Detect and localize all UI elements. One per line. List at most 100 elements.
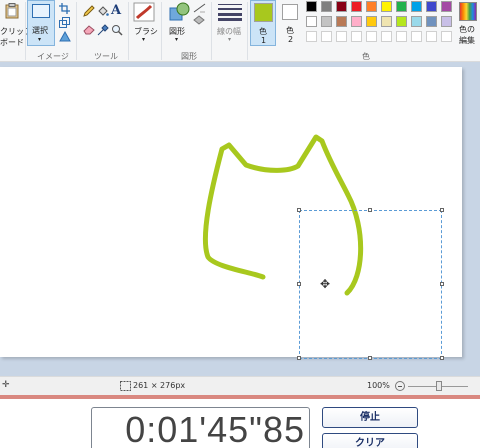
separator [161,2,162,60]
selection-handle[interactable] [440,208,444,212]
palette-swatch[interactable] [351,16,362,27]
clipboard-button[interactable]: クリップ ボード [0,0,32,48]
custom-color-slot[interactable] [366,31,377,42]
pencil-icon[interactable] [83,5,95,17]
colors-group-label: 色 [362,52,370,61]
selection-handle[interactable] [440,356,444,360]
palette-swatch[interactable] [306,1,317,12]
timer-value: 0:01'45"85 [125,409,305,448]
custom-color-slot[interactable] [381,31,392,42]
custom-color-slot[interactable] [351,31,362,42]
color1-swatch [254,3,273,22]
chevron-down-icon: ▾ [142,36,146,43]
custom-color-slot[interactable] [306,31,317,42]
edit-colors-icon [459,2,477,21]
cursor-position-icon: ✛ [2,380,10,390]
palette-swatch[interactable] [306,16,317,27]
separator [247,2,248,60]
stop-button[interactable]: 停止 [322,407,418,428]
resize-icon[interactable] [59,17,70,28]
select-rectangle-icon [32,4,50,18]
color2-label-line2: 2 [288,35,294,44]
palette-swatch[interactable] [396,1,407,12]
edit-colors-label-line1: 色の [459,25,475,34]
eraser-icon[interactable] [83,24,95,35]
drawing-canvas[interactable]: ✥ [0,67,462,360]
palette-swatch[interactable] [441,1,452,12]
shapes-button[interactable]: 図形 ▾ [165,0,191,48]
clear-button[interactable]: クリア [322,433,418,448]
separator [76,2,77,60]
text-tool-icon[interactable]: A [111,3,121,18]
color2-button[interactable]: 色 2 [279,0,303,46]
custom-color-slot[interactable] [426,31,437,42]
outline-icon[interactable] [193,3,206,13]
palette-swatch[interactable] [411,16,422,27]
custom-color-slot[interactable] [336,31,347,42]
crop-icon[interactable] [59,3,70,14]
selection-handle[interactable] [297,208,301,212]
line-width-button[interactable]: 線の幅 ▾ [216,0,246,48]
chevron-down-icon: ▾ [175,36,179,43]
fill-bucket-icon[interactable] [97,5,109,17]
edit-colors-label-line2: 編集 [459,36,475,45]
palette-swatch[interactable] [411,1,422,12]
rotate-icon[interactable] [59,31,72,42]
clipboard-icon [5,3,19,19]
shapes-group-label: 図形 [181,52,197,61]
shapes-icon [169,2,190,21]
color1-button[interactable]: 色 1 [250,0,276,46]
select-label: 選択 [32,26,48,35]
selection-size-text: 261 × 276px [133,381,186,390]
fill-icon[interactable] [193,15,206,25]
custom-color-slot[interactable] [441,31,452,42]
color-palette [306,0,458,48]
separator [128,2,129,60]
line-width-icon [218,4,242,21]
select-button[interactable]: 選択 ▾ [27,0,55,46]
palette-swatch[interactable] [321,16,332,27]
selection-handle[interactable] [368,208,372,212]
timer-display: 0:01'45"85 [91,407,310,448]
chevron-down-icon: ▾ [228,36,232,43]
clipboard-label-line2: ボード [0,38,24,47]
color-picker-icon[interactable] [97,24,109,36]
selection-handle[interactable] [297,282,301,286]
palette-swatch[interactable] [351,1,362,12]
palette-swatch[interactable] [441,16,452,27]
chevron-down-icon: ▾ [38,36,42,43]
palette-swatch[interactable] [426,16,437,27]
brush-label: ブラシ [134,27,158,36]
tools-group-label: ツール [94,52,118,61]
selection-handle[interactable] [297,356,301,360]
zoom-out-icon[interactable] [395,381,405,391]
timer-panel: 0:01'45"85 停止 クリア [0,399,480,448]
zoom-slider-thumb[interactable] [436,381,442,391]
move-cursor-icon: ✥ [320,277,331,291]
custom-color-slot[interactable] [321,31,332,42]
palette-swatch[interactable] [366,1,377,12]
selection-size-icon [120,381,131,391]
magnifier-icon[interactable] [111,24,123,36]
selection-handle[interactable] [440,282,444,286]
palette-swatch[interactable] [396,16,407,27]
canvas-workspace: ✥ [0,62,480,376]
ribbon: クリップ ボード 選択 ▾ イメージ A ツール ブラシ ▾ 図形 ▾ 図形 線… [0,0,480,62]
palette-swatch[interactable] [366,16,377,27]
edit-colors-button[interactable]: 色の 編集 [456,0,480,48]
separator [25,2,26,60]
color1-label-line2: 1 [261,36,267,45]
palette-swatch[interactable] [336,1,347,12]
palette-swatch[interactable] [426,1,437,12]
palette-swatch[interactable] [381,16,392,27]
palette-swatch[interactable] [321,1,332,12]
brushes-button[interactable]: ブラシ ▾ [131,0,159,48]
palette-swatch[interactable] [336,16,347,27]
custom-color-slot[interactable] [411,31,422,42]
status-bar: ✛ 261 × 276px 100% [0,376,480,395]
palette-swatch[interactable] [381,1,392,12]
selection-handle[interactable] [368,356,372,360]
zoom-level-text: 100% [367,381,390,390]
custom-color-slot[interactable] [396,31,407,42]
separator [211,2,212,60]
